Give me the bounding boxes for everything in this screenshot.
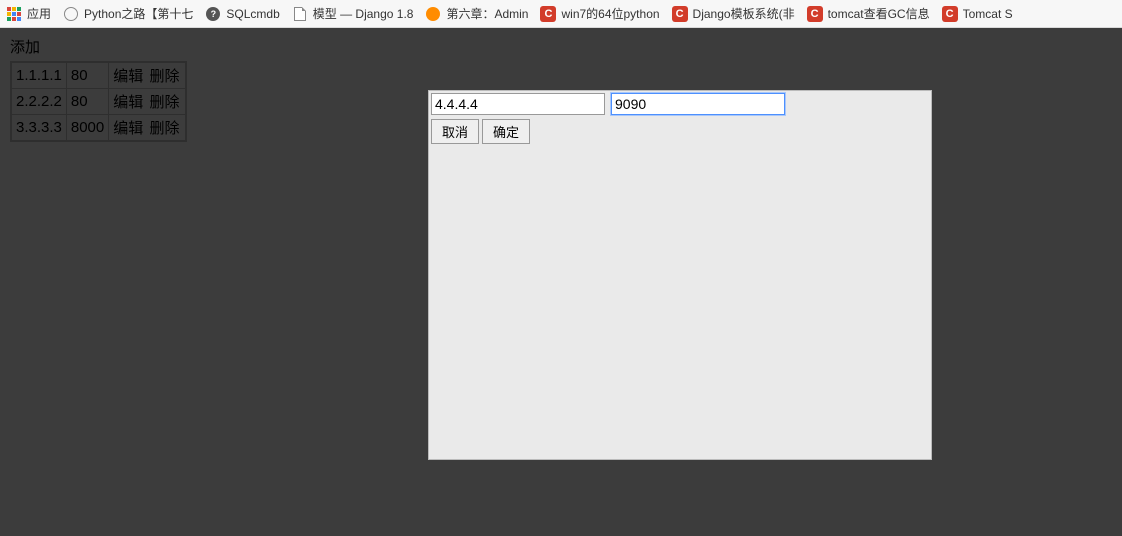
bookmark-item[interactable]: C Django模板系统(非 xyxy=(672,5,795,22)
bookmark-item[interactable]: 应用 xyxy=(6,5,51,22)
gray-circle-icon: ? xyxy=(205,6,221,22)
bookmark-item[interactable]: Python之路【第十七 xyxy=(63,5,193,22)
bookmark-item[interactable]: 第六章：Admin xyxy=(425,5,528,22)
orange-icon xyxy=(425,6,441,22)
cancel-button[interactable]: 取消 xyxy=(431,119,479,144)
bookmark-item[interactable]: C Tomcat S xyxy=(942,6,1013,22)
apps-icon xyxy=(6,6,22,22)
bookmark-label: 第六章：Admin xyxy=(446,5,528,22)
bookmark-label: win7的64位python xyxy=(561,5,659,22)
bookmark-item[interactable]: 模型 — Django 1.8 xyxy=(292,5,414,22)
c-icon: C xyxy=(672,6,688,22)
bookmark-label: 应用 xyxy=(27,5,51,22)
bookmark-item[interactable]: ? SQLcmdb xyxy=(205,6,279,22)
bookmark-bar: 应用 Python之路【第十七? SQLcmdb 模型 — Django 1.8 第六章… xyxy=(0,0,1122,28)
bookmark-label: Django模板系统(非 xyxy=(693,5,795,22)
ip-input[interactable] xyxy=(431,93,605,115)
bookmark-label: tomcat查看GC信息 xyxy=(828,5,930,22)
bookmark-label: Tomcat S xyxy=(963,7,1013,21)
c-icon: C xyxy=(942,6,958,22)
bookmark-item[interactable]: Ctomcat查看GC信息 xyxy=(807,5,930,22)
ok-button[interactable]: 确定 xyxy=(482,119,530,144)
port-input[interactable] xyxy=(611,93,785,115)
edit-dialog: 取消 确定 xyxy=(428,90,932,460)
c-icon: C xyxy=(540,6,556,22)
bookmark-label: SQLcmdb xyxy=(226,7,279,21)
bookmark-label: Python之路【第十七 xyxy=(84,5,193,22)
c-icon: C xyxy=(807,6,823,22)
bookmark-item[interactable]: Cwin7的64位python xyxy=(540,5,659,22)
snake-icon xyxy=(63,6,79,22)
bookmark-label: 模型 — Django 1.8 xyxy=(313,5,414,22)
page-icon xyxy=(292,6,308,22)
